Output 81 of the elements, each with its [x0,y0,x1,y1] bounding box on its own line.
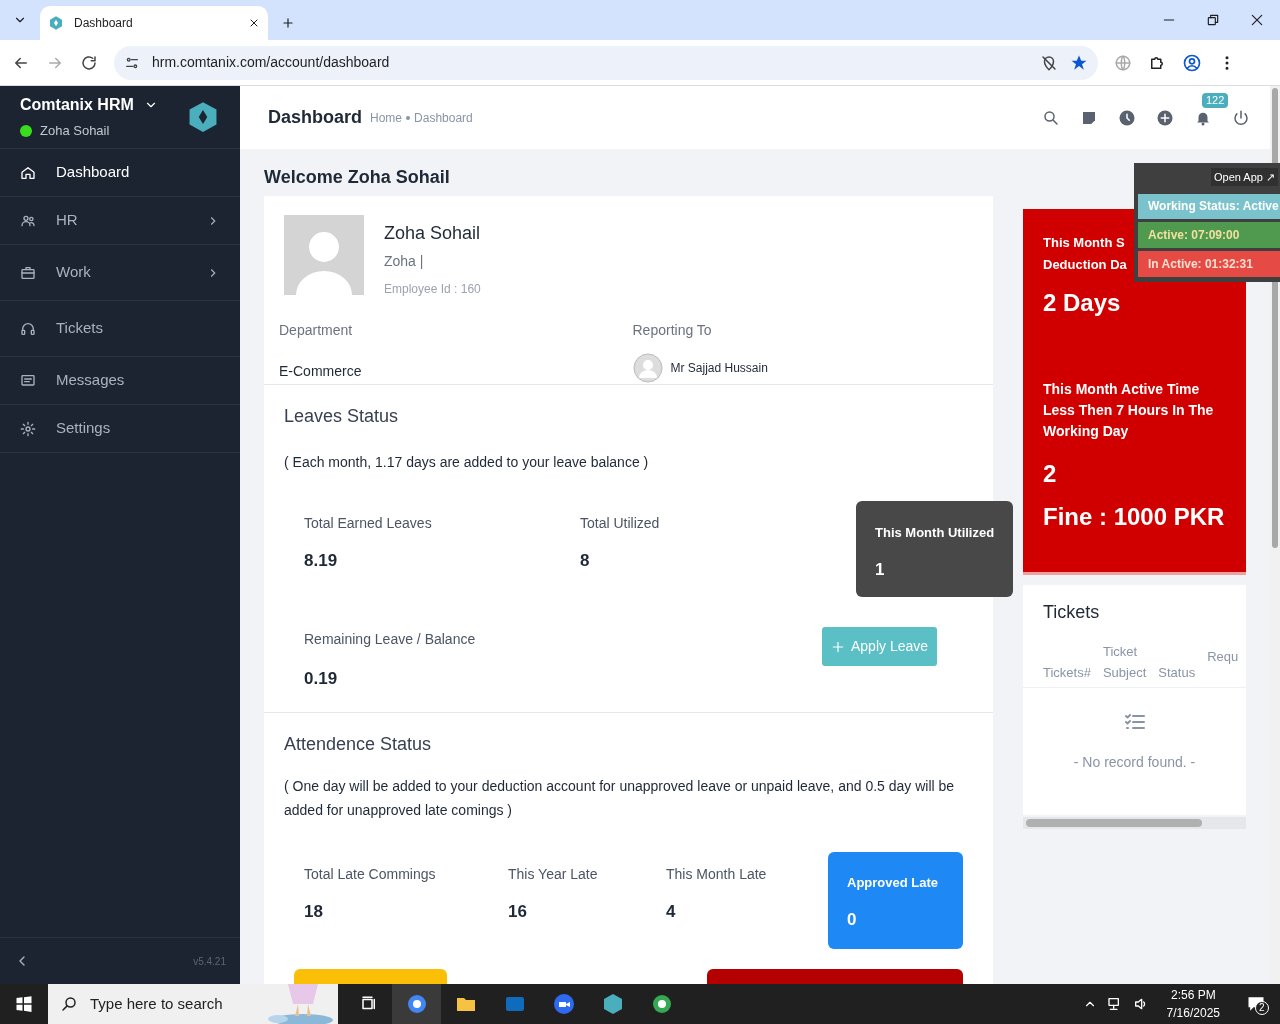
stat-value: 1 [875,558,886,581]
message-icon [20,372,36,389]
hexagon-icon [48,15,64,31]
section-note: ( Each month, 1.17 days are added to your leave balance ) [284,453,650,472]
home-icon [20,164,36,181]
stat-label: Total Earned Leaves [304,514,433,533]
stat-value: 4 [666,901,677,923]
reporting-avatar [632,353,663,383]
field-label: Reporting To [631,321,713,340]
plus-icon [830,639,845,654]
section-title: Leaves Status [284,405,400,428]
breadcrumb-separator [406,115,411,120]
card-text: This Month Active Time Less Then 7 Hours In The Working Day [1043,380,1215,441]
settings-icon [20,420,36,437]
close-window-icon[interactable] [1250,13,1264,27]
notification-badge: 122 [1202,92,1229,108]
version-text: v5.4.21 [193,954,226,969]
address-bar[interactable]: hrm.comtanix.com/account/dashboard [114,45,1098,80]
scrollbar[interactable] [1023,817,1246,829]
card-text: This Month S [1043,235,1125,250]
active-time: Active: 07:09:00 [1138,222,1280,248]
profile-icon[interactable] [1182,52,1202,73]
section-note: ( One day will be added to your deduction account for unapproved leave or unpaid leave, and 0.5 day will be added for unapproved late comings ) [284,777,956,820]
employee-nickname: Zoha | [384,252,425,271]
card-value: 2 Days [1043,288,1122,318]
card-value: Fine : 1000 PKR [1043,502,1226,532]
inactive-time: In Active: 01:32:31 [1138,251,1280,277]
clock-time: 2:56 PM [1170,987,1216,1004]
stat-value: 0 [847,908,858,931]
taskbar-search[interactable]: Type here to search [48,984,338,1024]
stat-label: This Month Late [666,865,768,884]
stat-label: This Month Utilized [875,524,995,542]
empty-text: - No record found. - [1073,753,1196,772]
reporting-name: Mr Sajjad Hussain [670,360,768,377]
brand-name: Comtanix HRM [20,95,134,116]
department-value: E-Commerce [279,362,363,381]
url-text: hrm.comtanix.com/account/dashboard [152,53,391,72]
stat-value: 16 [508,901,528,923]
restore-icon[interactable] [1206,13,1220,27]
stat-value: 0.19 [304,668,339,690]
stat-value: 18 [304,901,324,923]
stat-label: Approved Late [847,874,939,892]
close-icon[interactable] [248,17,260,29]
page-title: Dashboard [268,106,363,129]
stat-label: This Year Late [508,865,599,884]
power-icon[interactable] [1232,108,1250,127]
column-header: Tickets# [1043,664,1091,682]
stat-label: Total Utilized [580,514,661,533]
card-title: Tickets [1042,601,1101,624]
add-circle-icon[interactable] [1156,108,1174,127]
card-text: Deduction Da [1043,257,1127,272]
stat-label: Remaining Leave / Balance [304,630,477,649]
employee-id: Employee Id : 160 [384,281,481,298]
briefcase-icon [20,264,36,281]
employee-name: Zoha Sohail [384,222,481,245]
search-icon[interactable] [1042,108,1060,127]
user-name: Zoha Sohail [40,122,110,141]
reload-icon[interactable] [80,53,98,72]
column-header: Ticket Subject [1102,646,1147,682]
search-icon [60,995,78,1013]
video-call-icon[interactable] [551,992,576,1016]
working-status: Working Status: Active [1138,194,1280,219]
section-title: Attendence Status [284,733,433,756]
clock-icon[interactable] [1118,108,1136,127]
open-app-link[interactable]: Open App ↗ [1211,168,1278,186]
browser-tab[interactable]: Dashboard [40,6,268,40]
field-label: Department [279,321,354,340]
notification-count: 2 [1255,1001,1269,1015]
windows-icon[interactable] [15,995,33,1013]
location-off-icon[interactable] [1040,53,1058,72]
column-header: Status [1158,664,1196,682]
clock-date: 7/16/2025 [1166,1005,1220,1022]
card-value: 2 [1043,459,1058,489]
column-header: Requ [1207,648,1239,666]
new-tab-icon[interactable] [281,16,295,30]
welcome-heading: Welcome Zoha Sohail [264,166,451,189]
stat-value: 8.19 [304,550,339,572]
headset-icon [20,320,36,337]
stat-label: Total Late Commings [304,865,437,884]
tab-title: Dashboard [74,15,134,32]
stat-value: 8 [580,550,591,572]
